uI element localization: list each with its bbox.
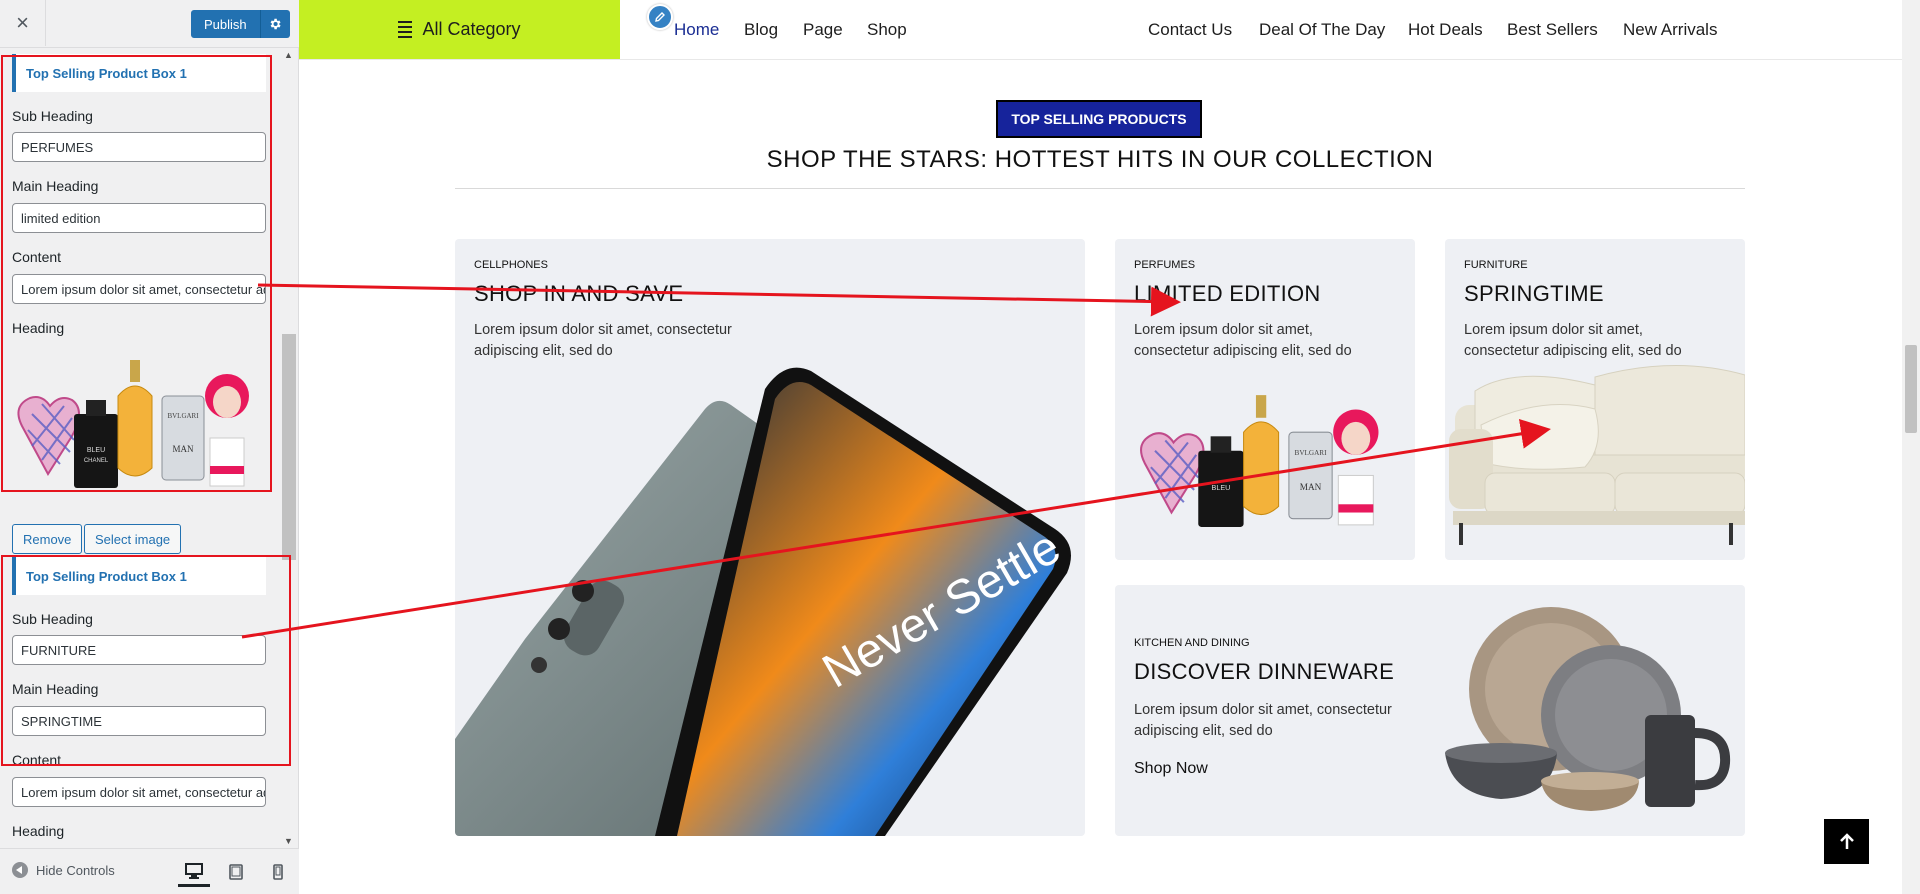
card-content-line1: Lorem ipsum dolor sit amet, xyxy=(1464,322,1643,338)
nav-item-best-sellers[interactable]: Best Sellers xyxy=(1507,20,1598,40)
tablet-icon xyxy=(229,864,243,880)
nav-item-blog[interactable]: Blog xyxy=(744,20,778,40)
pencil-icon xyxy=(655,12,665,22)
customizer-footer: Hide Controls xyxy=(0,848,299,894)
nav-item-page[interactable]: Page xyxy=(803,20,843,40)
publish-settings-button[interactable] xyxy=(259,10,290,38)
product-card-cellphones[interactable]: CELLPHONES SHOP IN AND SAVE Lorem ipsum … xyxy=(455,239,1085,836)
card-main-heading: LIMITED EDITION xyxy=(1134,281,1321,306)
select-image-button[interactable]: Select image xyxy=(84,524,182,554)
mobile-icon xyxy=(273,864,283,880)
scroll-up-icon[interactable]: ▲ xyxy=(284,50,293,60)
box1-content-label: Content xyxy=(12,249,62,265)
card-main-heading: SHOP IN AND SAVE xyxy=(474,281,684,306)
box2-content-input[interactable]: Lorem ipsum dolor sit amet, consectetur … xyxy=(12,777,266,807)
box2-main-heading-input[interactable]: SPRINGTIME xyxy=(12,706,266,736)
dinnerware-image xyxy=(1445,607,1731,811)
nav-item-shop[interactable]: Shop xyxy=(867,20,907,40)
preview-scroll-thumb[interactable] xyxy=(1905,345,1917,433)
box1-title: Top Selling Product Box 1 xyxy=(12,54,266,92)
nav-item-hot-deals[interactable]: Hot Deals xyxy=(1408,20,1483,40)
sidebar-scroll-thumb[interactable] xyxy=(282,334,296,560)
box2-title: Top Selling Product Box 1 xyxy=(12,557,266,595)
card-sub-heading: CELLPHONES xyxy=(474,259,548,271)
customizer-sidebar: × Publish Top Selling Product Box 1 Sub … xyxy=(0,0,299,894)
section-divider xyxy=(455,188,1745,189)
close-icon: × xyxy=(16,10,29,35)
box2-sub-heading-input[interactable]: FURNITURE xyxy=(12,635,266,665)
sidebar-scrollbar[interactable]: ▲ ▼ xyxy=(281,48,296,848)
svg-text:CHANEL: CHANEL xyxy=(84,458,109,464)
main-navigation: All Category Home Blog Page Shop Contact… xyxy=(299,0,1902,60)
product-card-perfumes[interactable]: PERFUMES LIMITED EDITION Lorem ipsum dol… xyxy=(1115,239,1415,560)
box2-sub-heading-label: Sub Heading xyxy=(12,611,93,627)
nav-item-new-arrivals[interactable]: New Arrivals xyxy=(1623,20,1717,40)
box1-sub-heading-input[interactable]: PERFUMES xyxy=(12,132,266,162)
box1-main-heading-input[interactable]: limited edition xyxy=(12,203,266,233)
nav-item-home[interactable]: Home xyxy=(674,20,719,40)
all-category-label: All Category xyxy=(422,19,521,39)
svg-text:BVLGARI: BVLGARI xyxy=(167,412,199,420)
nav-item-deal-of-the-day[interactable]: Deal Of The Day xyxy=(1259,20,1385,40)
card-content-line1: Lorem ipsum dolor sit amet, consectetur xyxy=(474,322,732,338)
back-to-top-button[interactable] xyxy=(1824,819,1869,864)
arrow-up-icon xyxy=(1839,832,1854,849)
card-sub-heading: FURNITURE xyxy=(1464,259,1528,271)
menu-icon xyxy=(398,21,413,38)
desktop-icon xyxy=(185,862,203,879)
box1-sub-heading-label: Sub Heading xyxy=(12,108,93,124)
desktop-preview-button[interactable] xyxy=(178,857,210,887)
box1-perfume-image: BLEU CHANEL BVLGARI MAN xyxy=(17,360,249,488)
close-customizer-button[interactable]: × xyxy=(0,0,46,46)
box2-heading-label: Heading xyxy=(12,823,65,839)
smartphone-image: Never Settle xyxy=(455,367,1071,836)
collapse-icon xyxy=(12,862,28,878)
card-content-line2: consectetur adipiscing elit, sed do xyxy=(1134,343,1352,359)
svg-text:BLEU: BLEU xyxy=(87,447,105,454)
remove-image-button[interactable]: Remove xyxy=(12,524,83,554)
shop-now-link[interactable]: Shop Now xyxy=(1134,760,1208,778)
svg-text:MAN: MAN xyxy=(1300,483,1322,493)
tablet-preview-button[interactable] xyxy=(220,857,252,887)
section-title: SHOP THE STARS: HOTTEST HITS IN OUR COLL… xyxy=(766,146,1434,173)
card-content-line1: Lorem ipsum dolor sit amet, consectetur xyxy=(1134,702,1392,718)
site-preview[interactable]: All Category Home Blog Page Shop Contact… xyxy=(299,0,1902,894)
svg-text:MAN: MAN xyxy=(172,444,194,454)
box2-main-heading-label: Main Heading xyxy=(12,681,99,697)
customizer-controls[interactable]: Top Selling Product Box 1 Sub Heading PE… xyxy=(0,48,281,848)
hide-controls-button[interactable]: Hide Controls xyxy=(12,862,115,878)
publish-group: Publish xyxy=(191,10,290,38)
box1-heading-label: Heading xyxy=(12,320,65,336)
gear-icon xyxy=(270,18,281,30)
svg-text:BLEU: BLEU xyxy=(1212,483,1231,492)
product-card-furniture[interactable]: FURNITURE SPRINGTIME Lorem ipsum dolor s… xyxy=(1445,239,1745,560)
scroll-down-icon[interactable]: ▼ xyxy=(284,836,293,846)
box2-content-label: Content xyxy=(12,752,62,768)
customizer-header: × Publish xyxy=(0,0,299,48)
all-category-button[interactable]: All Category xyxy=(299,0,620,59)
card-content-line2: adipiscing elit, sed do xyxy=(1134,723,1273,739)
svg-text:BVLGARI: BVLGARI xyxy=(1295,449,1328,457)
preview-scrollbar[interactable] xyxy=(1902,0,1920,894)
perfume-image: BLEU BVLGARI MAN xyxy=(1140,395,1379,527)
card-main-heading: DISCOVER DINNEWARE xyxy=(1134,659,1395,684)
sofa-image xyxy=(1449,364,1745,545)
section-badge: TOP SELLING PRODUCTS xyxy=(996,100,1202,138)
card-content-line1: Lorem ipsum dolor sit amet, xyxy=(1134,322,1313,338)
box1-content-input[interactable]: Lorem ipsum dolor sit amet, consectetur … xyxy=(12,274,266,304)
edit-shortcut-button[interactable] xyxy=(647,4,673,30)
product-card-kitchen[interactable]: KITCHEN AND DINING DISCOVER DINNEWARE Lo… xyxy=(1115,585,1745,836)
card-sub-heading: PERFUMES xyxy=(1134,259,1196,271)
hide-controls-label: Hide Controls xyxy=(36,862,115,878)
nav-item-contact-us[interactable]: Contact Us xyxy=(1148,20,1232,40)
card-sub-heading: KITCHEN AND DINING xyxy=(1134,637,1250,649)
card-main-heading: SPRINGTIME xyxy=(1464,281,1604,306)
mobile-preview-button[interactable] xyxy=(262,857,294,887)
box1-main-heading-label: Main Heading xyxy=(12,178,99,194)
publish-button[interactable]: Publish xyxy=(191,10,260,38)
